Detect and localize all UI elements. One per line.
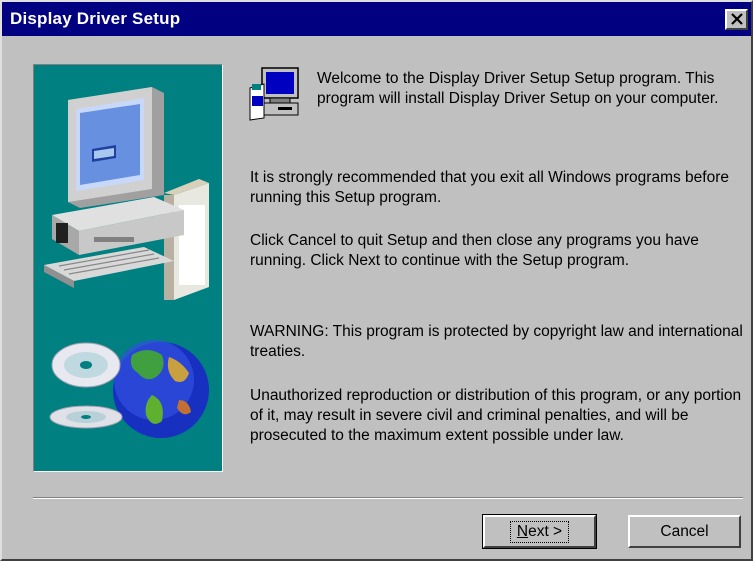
cancel-button-label: Cancel (660, 522, 709, 540)
copyright-warning-text: WARNING: This program is protected by co… (250, 323, 743, 360)
recommendation-text: It is strongly recommended that you exit… (250, 169, 729, 206)
next-button-focus: Next > (509, 520, 570, 543)
setup-dialog: Display Driver Setup Welcome to the Disp… (0, 0, 753, 561)
side-illustration-panel (33, 64, 223, 472)
next-mnemonic: N (516, 522, 529, 540)
unauthorized-use-text: Unauthorized reproduction or distributio… (250, 387, 742, 444)
cancel-button[interactable]: Cancel (628, 515, 741, 548)
computer-globe-cd-illustration (44, 87, 209, 438)
button-divider (33, 497, 743, 499)
close-icon (731, 13, 743, 25)
title-bar[interactable]: Display Driver Setup (2, 2, 751, 36)
next-button[interactable]: Next > (482, 514, 597, 549)
window-title: Display Driver Setup (10, 9, 181, 28)
setup-computer-icon (248, 66, 302, 122)
close-button[interactable] (725, 9, 748, 30)
instructions-text: Click Cancel to quit Setup and then clos… (250, 232, 699, 269)
next-button-label: ext > (528, 522, 563, 540)
welcome-text: Welcome to the Display Driver Setup Setu… (317, 70, 719, 107)
